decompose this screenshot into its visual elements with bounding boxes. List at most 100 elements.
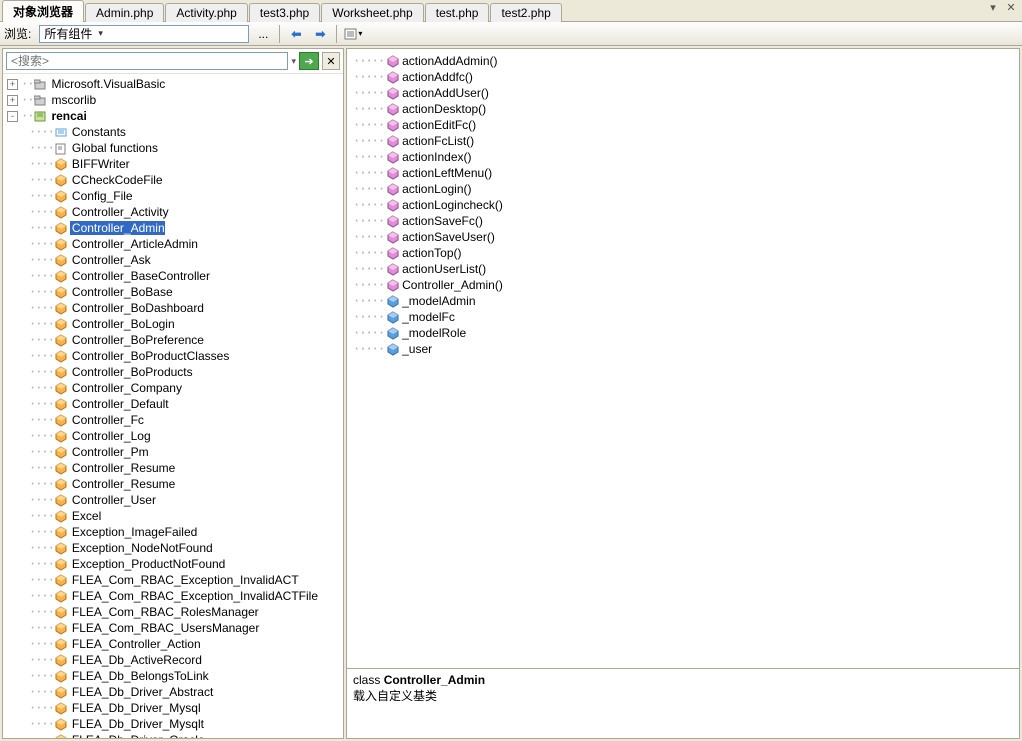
tab-6[interactable]: test2.php <box>490 3 561 22</box>
tree-label: Controller_BoProductClasses <box>70 349 229 363</box>
nav-back-button[interactable]: ⬅ <box>286 24 306 44</box>
tree-item[interactable]: ····Exception_NodeNotFound <box>3 540 343 556</box>
member-item[interactable]: ·····actionAddfc() <box>347 69 1019 85</box>
cls-icon <box>54 317 68 331</box>
settings-button[interactable]: ▾ <box>343 24 363 44</box>
tree-item[interactable]: ····Controller_Ask <box>3 252 343 268</box>
tree-item[interactable]: ····Controller_BoPreference <box>3 332 343 348</box>
tree-label: FLEA_Db_Driver_Abstract <box>70 685 213 699</box>
tree-item[interactable]: ····Exception_ProductNotFound <box>3 556 343 572</box>
member-item[interactable]: ·····actionSaveUser() <box>347 229 1019 245</box>
tab-2[interactable]: Activity.php <box>165 3 247 22</box>
tree-item[interactable]: ····FLEA_Db_BelongsToLink <box>3 668 343 684</box>
tree-item[interactable]: ····FLEA_Com_RBAC_RolesManager <box>3 604 343 620</box>
tab-3[interactable]: test3.php <box>249 3 320 22</box>
tree-root[interactable]: -··rencai <box>3 108 343 124</box>
tree-item[interactable]: ····FLEA_Com_RBAC_Exception_InvalidACT <box>3 572 343 588</box>
tree-root[interactable]: +··mscorlib <box>3 92 343 108</box>
tree-item[interactable]: ····FLEA_Db_Driver_Oracle <box>3 732 343 738</box>
member-item[interactable]: ·····actionAddAdmin() <box>347 53 1019 69</box>
tree-item[interactable]: ····Controller_Fc <box>3 412 343 428</box>
tree-item[interactable]: ····Controller_Company <box>3 380 343 396</box>
tree-label: Controller_Activity <box>70 205 169 219</box>
tree-item[interactable]: ····Controller_Default <box>3 396 343 412</box>
meth-icon <box>386 182 400 196</box>
document-tabbar: 对象浏览器Admin.phpActivity.phptest3.phpWorks… <box>0 0 1022 22</box>
search-go-button[interactable]: ➔ <box>299 52 319 70</box>
toggle-icon[interactable]: - <box>7 111 18 122</box>
tree-item[interactable]: ····Controller_BoBase <box>3 284 343 300</box>
member-item[interactable]: ·····_modelFc <box>347 309 1019 325</box>
tree-item[interactable]: ····FLEA_Db_Driver_Mysqlt <box>3 716 343 732</box>
tree-item[interactable]: ····Controller_BaseController <box>3 268 343 284</box>
member-item[interactable]: ·····actionTop() <box>347 245 1019 261</box>
member-item[interactable]: ·····_modelRole <box>347 325 1019 341</box>
tree-item[interactable]: ····FLEA_Controller_Action <box>3 636 343 652</box>
tab-5[interactable]: test.php <box>425 3 490 22</box>
tree-item[interactable]: ····Controller_BoProducts <box>3 364 343 380</box>
tree-item[interactable]: ····Controller_Pm <box>3 444 343 460</box>
tree-item[interactable]: ····Controller_Resume <box>3 476 343 492</box>
tree-item[interactable]: ····Controller_Admin <box>3 220 343 236</box>
tree-item[interactable]: ····FLEA_Db_Driver_Mysql <box>3 700 343 716</box>
tree-item[interactable]: ····BIFFWriter <box>3 156 343 172</box>
close-icon[interactable]: ✕ <box>1004 2 1018 16</box>
tree-item[interactable]: ····Exception_ImageFailed <box>3 524 343 540</box>
member-item[interactable]: ·····_user <box>347 341 1019 357</box>
member-item[interactable]: ·····actionLeftMenu() <box>347 165 1019 181</box>
toggle-icon[interactable]: + <box>7 95 18 106</box>
tree-item[interactable]: ····Config_File <box>3 188 343 204</box>
tree-item[interactable]: ····FLEA_Com_RBAC_Exception_InvalidACTFi… <box>3 588 343 604</box>
class-tree[interactable]: +··Microsoft.VisualBasic+··mscorlib-··re… <box>3 74 343 738</box>
tree-item[interactable]: ····Constants <box>3 124 343 140</box>
tree-item[interactable]: ····FLEA_Db_ActiveRecord <box>3 652 343 668</box>
member-item[interactable]: ·····actionDesktop() <box>347 101 1019 117</box>
tree-item[interactable]: ····Excel <box>3 508 343 524</box>
separator <box>336 25 337 43</box>
member-item[interactable]: ·····actionSaveFc() <box>347 213 1019 229</box>
tree-item[interactable]: ····FLEA_Com_RBAC_UsersManager <box>3 620 343 636</box>
member-item[interactable]: ·····actionLogin() <box>347 181 1019 197</box>
member-item[interactable]: ·····_modelAdmin <box>347 293 1019 309</box>
tree-item[interactable]: ····Controller_BoLogin <box>3 316 343 332</box>
member-label: actionSaveUser() <box>402 230 495 244</box>
tree-item[interactable]: ····CCheckCodeFile <box>3 172 343 188</box>
tab-4[interactable]: Worksheet.php <box>321 3 424 22</box>
tree-item[interactable]: ····Controller_Activity <box>3 204 343 220</box>
tree-item[interactable]: ····Controller_Log <box>3 428 343 444</box>
member-label: actionLeftMenu() <box>402 166 492 180</box>
toggle-icon[interactable]: + <box>7 79 18 90</box>
meth-icon <box>386 166 400 180</box>
tree-item[interactable]: ····Controller_User <box>3 492 343 508</box>
member-label: actionFcList() <box>402 134 474 148</box>
member-item[interactable]: ·····actionEditFc() <box>347 117 1019 133</box>
search-dropdown-icon[interactable]: ▾ <box>291 56 296 67</box>
member-item[interactable]: ·····actionLogincheck() <box>347 197 1019 213</box>
tree-label: FLEA_Db_ActiveRecord <box>70 653 202 667</box>
window-dropdown-icon[interactable]: ▾ <box>986 2 1000 16</box>
tab-1[interactable]: Admin.php <box>85 3 164 22</box>
member-label: _modelAdmin <box>402 294 475 308</box>
search-clear-button[interactable]: ✕ <box>322 52 340 70</box>
tree-item[interactable]: ····Controller_ArticleAdmin <box>3 236 343 252</box>
tree-label: FLEA_Com_RBAC_Exception_InvalidACT <box>70 573 299 587</box>
browse-options-button[interactable]: ... <box>253 24 273 44</box>
member-item[interactable]: ·····actionAddUser() <box>347 85 1019 101</box>
tree-label: FLEA_Db_Driver_Mysqlt <box>70 717 204 731</box>
tree-item[interactable]: ····Controller_Resume <box>3 460 343 476</box>
tree-label: Controller_BoProducts <box>70 365 193 379</box>
tree-item[interactable]: ····FLEA_Db_Driver_Abstract <box>3 684 343 700</box>
search-input[interactable] <box>6 52 288 70</box>
member-item[interactable]: ·····actionFcList() <box>347 133 1019 149</box>
member-item[interactable]: ·····actionIndex() <box>347 149 1019 165</box>
tree-item[interactable]: ····Global functions <box>3 140 343 156</box>
scope-combo[interactable]: 所有组件 ▾ <box>39 25 249 43</box>
nav-forward-button[interactable]: ➡ <box>310 24 330 44</box>
tree-item[interactable]: ····Controller_BoDashboard <box>3 300 343 316</box>
tree-root[interactable]: +··Microsoft.VisualBasic <box>3 76 343 92</box>
member-list[interactable]: ·····actionAddAdmin()·····actionAddfc()·… <box>347 49 1019 668</box>
member-item[interactable]: ·····Controller_Admin() <box>347 277 1019 293</box>
tab-0[interactable]: 对象浏览器 <box>2 0 84 22</box>
member-item[interactable]: ·····actionUserList() <box>347 261 1019 277</box>
tree-item[interactable]: ····Controller_BoProductClasses <box>3 348 343 364</box>
